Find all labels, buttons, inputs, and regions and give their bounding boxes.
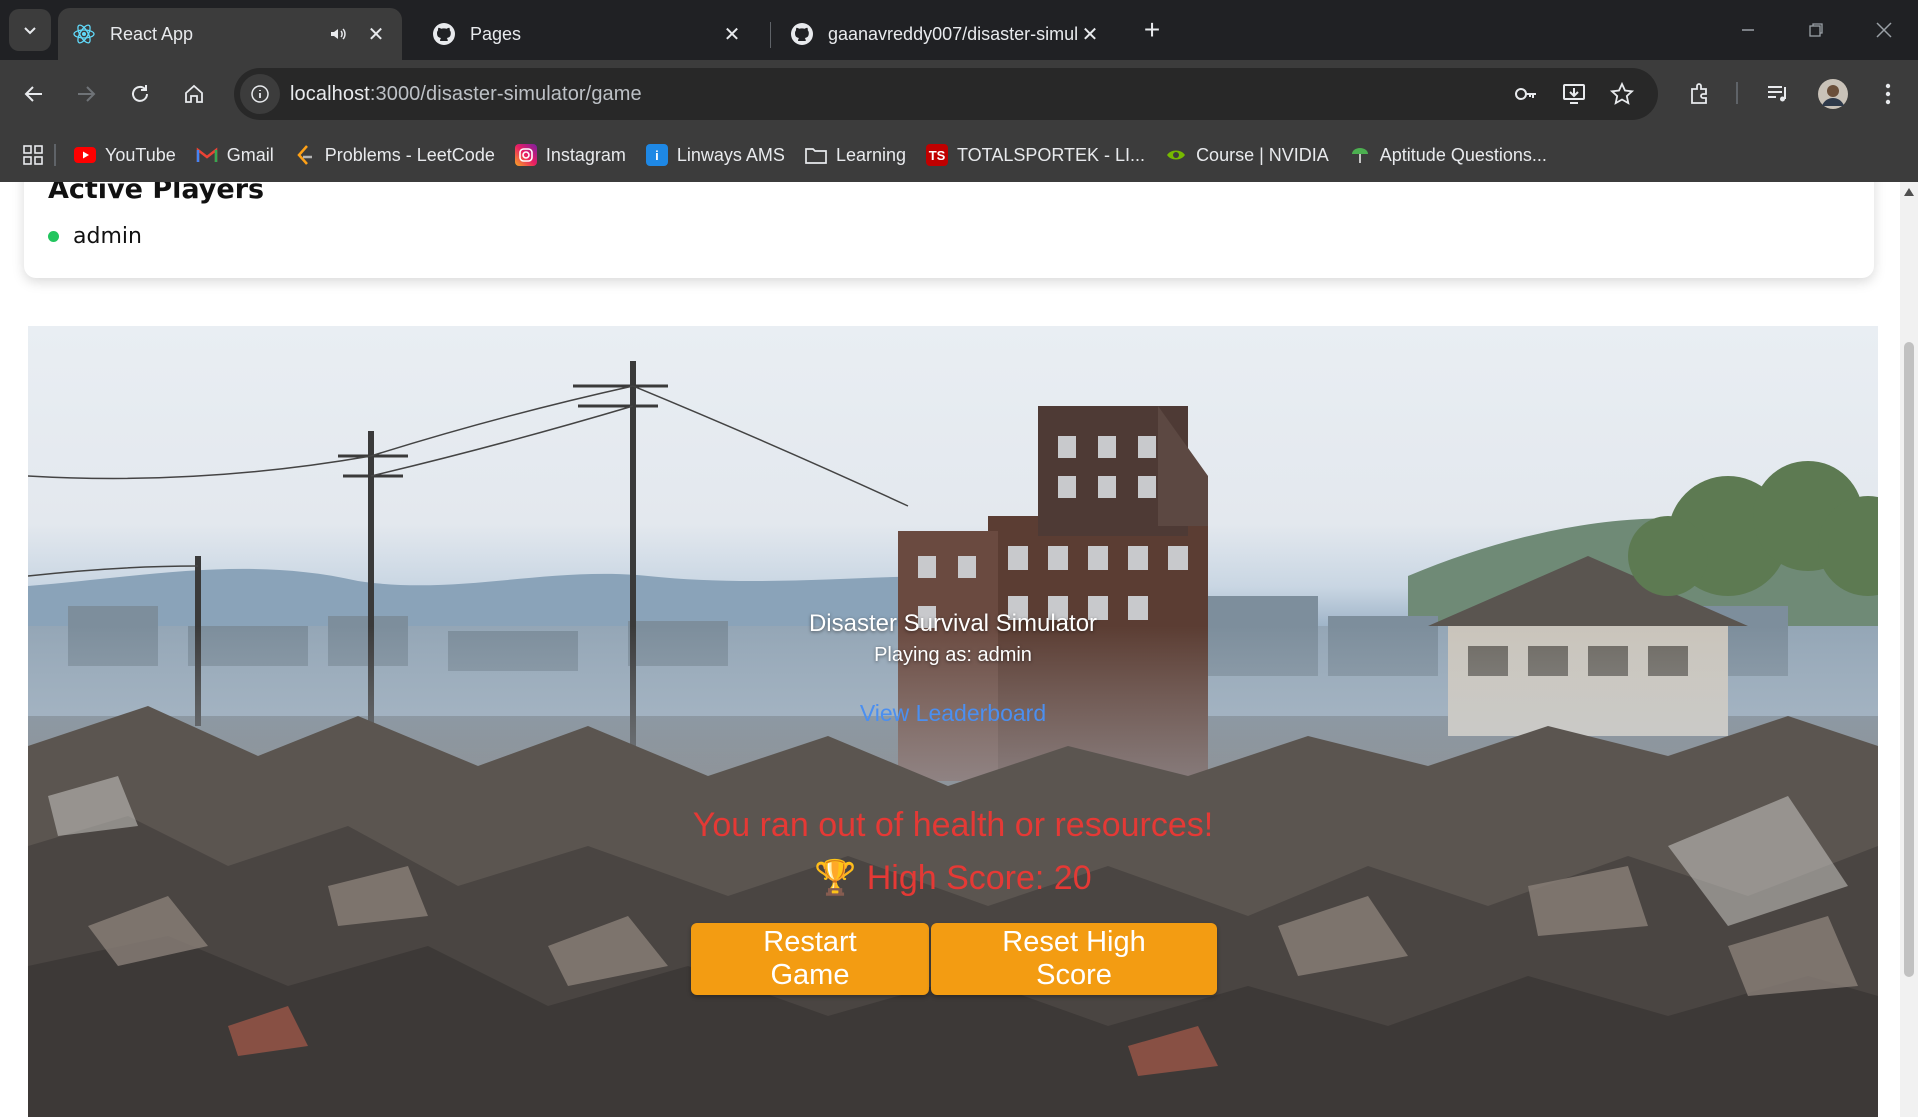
bookmark-youtube[interactable]: YouTube (64, 137, 186, 173)
password-key-icon[interactable] (1506, 74, 1546, 114)
url-path: :3000/disaster-simulator/game (369, 82, 642, 105)
game-over-message: You ran out of health or resources! (692, 806, 1214, 844)
gmail-icon (196, 144, 218, 166)
restart-game-button[interactable]: Restart Game (691, 923, 929, 995)
tab-github-repo[interactable]: gaanavreddy007/disaster-simul ✕ (776, 8, 1116, 60)
bookmark-totalsportek[interactable]: TS TOTALSPORTEK - LI... (916, 137, 1155, 173)
instagram-icon (514, 144, 537, 166)
bookmark-label: Course | NVIDIA (1196, 144, 1329, 165)
bookmark-leetcode[interactable]: Problems - LeetCode (284, 137, 505, 173)
install-app-icon[interactable] (1554, 74, 1594, 114)
game-screen: Disaster Survival Simulator Playing as: … (28, 326, 1878, 1117)
browser-toolbar: localhost:3000/disaster-simulator/game (0, 60, 1918, 128)
bookmark-folder-learning[interactable]: Learning (795, 137, 916, 173)
url-text[interactable]: localhost:3000/disaster-simulator/game (290, 83, 642, 106)
bookmark-label: TOTALSPORTEK - LI... (957, 144, 1146, 165)
youtube-icon (74, 144, 96, 166)
close-window-icon[interactable] (1864, 10, 1904, 50)
bookmark-label: Learning (835, 144, 906, 165)
extensions-icon[interactable] (1680, 74, 1720, 114)
tab-title: React App (110, 23, 194, 44)
aptitude-icon (1349, 144, 1371, 166)
profile-avatar[interactable] (1813, 74, 1853, 114)
bookmark-label: Instagram (545, 144, 626, 165)
high-score-text: High Score: 20 (866, 859, 1092, 897)
tab-title: gaanavreddy007/disaster-simul (828, 23, 1078, 44)
trophy-icon: 🏆 (814, 859, 857, 897)
tab-title: Pages (470, 23, 522, 44)
site-info-button[interactable] (240, 74, 280, 114)
bookmark-instagram[interactable]: Instagram (505, 137, 636, 173)
close-tab-icon[interactable]: ✕ (364, 22, 388, 46)
more-menu-icon[interactable] (1868, 74, 1908, 114)
home-button[interactable] (174, 74, 214, 114)
scrollbar-thumb[interactable] (1904, 342, 1914, 977)
folder-icon (805, 144, 827, 166)
bookmark-label: Gmail (226, 144, 274, 165)
leetcode-icon (294, 144, 316, 166)
reload-button[interactable] (120, 74, 160, 114)
view-leaderboard-link[interactable]: View Leaderboard (28, 700, 1878, 727)
game-actions: Restart Game Reset High Score (691, 923, 1217, 995)
active-players-title: Active Players (48, 182, 265, 205)
restore-icon[interactable] (1796, 10, 1836, 50)
arrow-right-icon (78, 86, 96, 102)
game-title: Disaster Survival Simulator (808, 610, 1098, 637)
github-icon (790, 22, 814, 46)
high-score: 🏆 High Score: 20 (28, 858, 1878, 898)
scroll-up-arrow-icon[interactable] (1904, 188, 1914, 196)
tab-separator (770, 22, 771, 48)
player-name: admin (73, 224, 142, 249)
playing-as-text: Playing as: admin (874, 644, 1032, 666)
bookmark-label: Linways AMS (676, 144, 785, 165)
github-icon (432, 22, 456, 46)
new-tab-button[interactable]: + (1136, 14, 1168, 46)
tab-search-button[interactable] (9, 9, 51, 51)
player-list-item: admin (48, 224, 142, 249)
tab-pages[interactable]: Pages ✕ (418, 8, 758, 60)
bookmark-aptitude[interactable]: Aptitude Questions... (1339, 137, 1557, 173)
reload-icon (132, 85, 148, 102)
forward-button[interactable] (66, 74, 106, 114)
minimize-icon[interactable] (1728, 10, 1768, 50)
home-icon (185, 84, 203, 103)
active-players-card: Active Players admin (24, 182, 1874, 278)
toolbar-divider (1736, 82, 1738, 104)
react-icon (72, 22, 96, 46)
apps-grid-icon[interactable] (22, 144, 44, 166)
back-button[interactable] (14, 74, 54, 114)
bookmark-label: YouTube (105, 144, 176, 165)
tab-strip: React App ✕ Pages ✕ gaanavreddy007/disas… (0, 0, 1918, 60)
close-tab-icon[interactable]: ✕ (1078, 22, 1102, 46)
game-over-overlay: Disaster Survival Simulator Playing as: … (28, 326, 1878, 1117)
bookmark-label: Problems - LeetCode (324, 144, 495, 165)
media-controls-icon[interactable] (1758, 74, 1798, 114)
ts-icon: TS (926, 144, 948, 166)
tab-react-app[interactable]: React App ✕ (58, 8, 402, 60)
bookmarks-separator (54, 144, 56, 166)
info-icon: i (645, 144, 668, 166)
page-scrollbar[interactable] (1900, 182, 1918, 1117)
reset-high-score-button[interactable]: Reset High Score (931, 923, 1217, 995)
bookmark-nvidia[interactable]: Course | NVIDIA (1155, 137, 1339, 173)
speaker-icon[interactable] (326, 22, 350, 46)
bookmark-star-icon[interactable] (1602, 74, 1642, 114)
close-tab-icon[interactable]: ✕ (720, 22, 744, 46)
chevron-down-icon (24, 27, 36, 35)
bookmark-label: Aptitude Questions... (1379, 144, 1547, 165)
nvidia-icon (1165, 144, 1187, 166)
address-bar[interactable]: localhost:3000/disaster-simulator/game (234, 68, 1658, 120)
page-viewport[interactable]: Active Players admin Disaster Survival S… (0, 182, 1900, 1117)
bookmark-linways[interactable]: i Linways AMS (636, 137, 795, 173)
arrow-left-icon (24, 86, 42, 102)
bookmark-gmail[interactable]: Gmail (186, 137, 284, 173)
info-icon (251, 85, 269, 103)
bookmarks-bar: YouTube Gmail Problems - LeetCode Instag… (0, 128, 1918, 182)
online-status-dot (48, 231, 59, 242)
url-host: localhost (290, 82, 370, 105)
